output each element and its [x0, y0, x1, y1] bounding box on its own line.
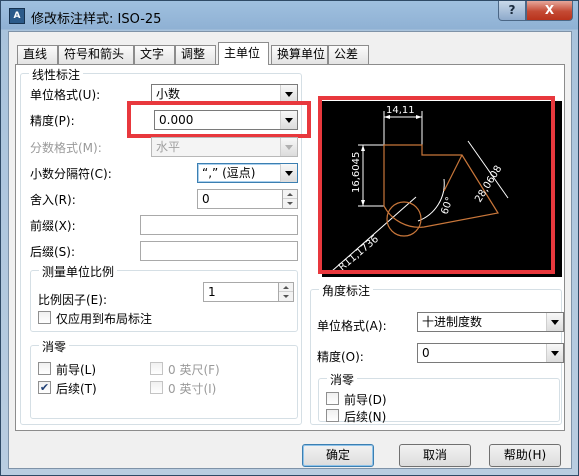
angular-precision-value: 0: [422, 346, 430, 360]
scale-factor-input[interactable]: 1: [203, 282, 279, 302]
zero-suppression-linear-title: 消零: [39, 338, 70, 355]
chevron-down-icon: [280, 164, 297, 182]
precision-highlight-frame: [127, 101, 311, 138]
tab-symbols-arrows[interactable]: 符号和箭头: [58, 45, 134, 64]
suffix-input[interactable]: [140, 241, 298, 261]
window-title: 修改标注样式: ISO-25: [31, 12, 162, 27]
layout-only-checkbox[interactable]: [38, 311, 51, 324]
check-icon: ✔: [39, 381, 50, 394]
dialog-window: A 修改标注样式: ISO-25 ? X 直线 符号和箭头 文字 调整 主单位 …: [0, 0, 579, 476]
zero-feet-label: 0 英尺(F): [168, 363, 220, 377]
scale-factor-spinner[interactable]: [279, 282, 294, 302]
angular-trailing-zero-label: 后续(N): [344, 410, 387, 424]
preview-highlight-frame: [318, 96, 555, 274]
round-off-input[interactable]: 0: [197, 189, 283, 209]
leading-zero-checkbox[interactable]: [38, 362, 51, 375]
zero-feet-checkbox[interactable]: [150, 362, 163, 375]
leading-zero-label: 前导(L): [56, 363, 97, 377]
decimal-separator-value: “,” (逗点): [202, 166, 256, 180]
suffix-label: 后缀(S):: [30, 245, 76, 259]
fraction-format-select[interactable]: 水平: [151, 137, 298, 157]
layout-only-label: 仅应用到布局标注: [56, 312, 153, 326]
unit-format-label: 单位格式(U):: [30, 88, 101, 102]
trailing-zero-checkbox[interactable]: ✔: [38, 381, 51, 394]
angular-precision-label: 精度(O):: [317, 350, 364, 364]
dialog-client: 直线 符号和箭头 文字 调整 主单位 换算单位 公差 线性标注 单位格式(U):…: [8, 31, 572, 469]
scale-factor-label: 比例因子(E):: [38, 293, 107, 307]
tab-tolerances[interactable]: 公差: [328, 45, 369, 64]
app-icon: A: [9, 8, 25, 24]
trailing-zero-label: 后续(T): [56, 382, 97, 396]
angular-unit-format-label: 单位格式(A):: [317, 319, 387, 333]
round-off-label: 舍入(R):: [30, 193, 76, 207]
fraction-format-label: 分数格式(M):: [30, 141, 102, 155]
zero-inches-checkbox[interactable]: [150, 381, 163, 394]
linear-dimensions-title: 线性标注: [29, 66, 84, 83]
tab-lines[interactable]: 直线: [17, 45, 58, 64]
angular-unit-format-value: 十进制度数: [422, 315, 483, 329]
tab-text[interactable]: 文字: [134, 45, 175, 64]
angular-trailing-zero-checkbox[interactable]: [326, 409, 339, 422]
ok-button[interactable]: 确定: [302, 444, 374, 467]
prefix-label: 前缀(X):: [30, 219, 76, 233]
fraction-format-value: 水平: [156, 140, 181, 154]
prefix-input[interactable]: [140, 215, 298, 235]
tab-primary-units[interactable]: 主单位: [218, 42, 269, 65]
decimal-separator-select[interactable]: “,” (逗点): [197, 163, 298, 183]
angular-leading-zero-label: 前导(D): [344, 393, 387, 407]
angular-precision-select[interactable]: 0: [417, 343, 564, 363]
decimal-separator-label: 小数分隔符(C):: [30, 167, 112, 181]
angular-dimensions-title: 角度标注: [319, 282, 374, 299]
tab-alternate-units[interactable]: 换算单位: [271, 45, 328, 64]
round-off-spinner[interactable]: [283, 189, 298, 209]
zero-suppression-angular-title: 消零: [327, 371, 358, 388]
tab-panel: 线性标注 单位格式(U): 小数 精度(P): 0.000 分数格式(M): 水…: [15, 64, 565, 431]
cancel-button[interactable]: 取消: [399, 444, 471, 467]
zero-inches-label: 0 英寸(I): [168, 382, 217, 396]
angular-leading-zero-checkbox[interactable]: [326, 392, 339, 405]
close-button[interactable]: X: [526, 1, 573, 21]
unit-format-value: 小数: [156, 87, 181, 101]
chevron-down-icon: [546, 344, 563, 362]
chevron-down-icon: [546, 313, 563, 331]
chevron-down-icon: [280, 138, 297, 156]
help-button[interactable]: 帮助(H): [489, 444, 561, 467]
help-title-button[interactable]: ?: [498, 1, 526, 21]
precision-label: 精度(P):: [30, 114, 75, 128]
measurement-scale-title: 测量单位比例: [39, 263, 118, 280]
tab-fit[interactable]: 调整: [175, 45, 216, 64]
angular-unit-format-select[interactable]: 十进制度数: [417, 312, 564, 332]
title-bar[interactable]: A 修改标注样式: ISO-25 ? X: [1, 1, 578, 31]
